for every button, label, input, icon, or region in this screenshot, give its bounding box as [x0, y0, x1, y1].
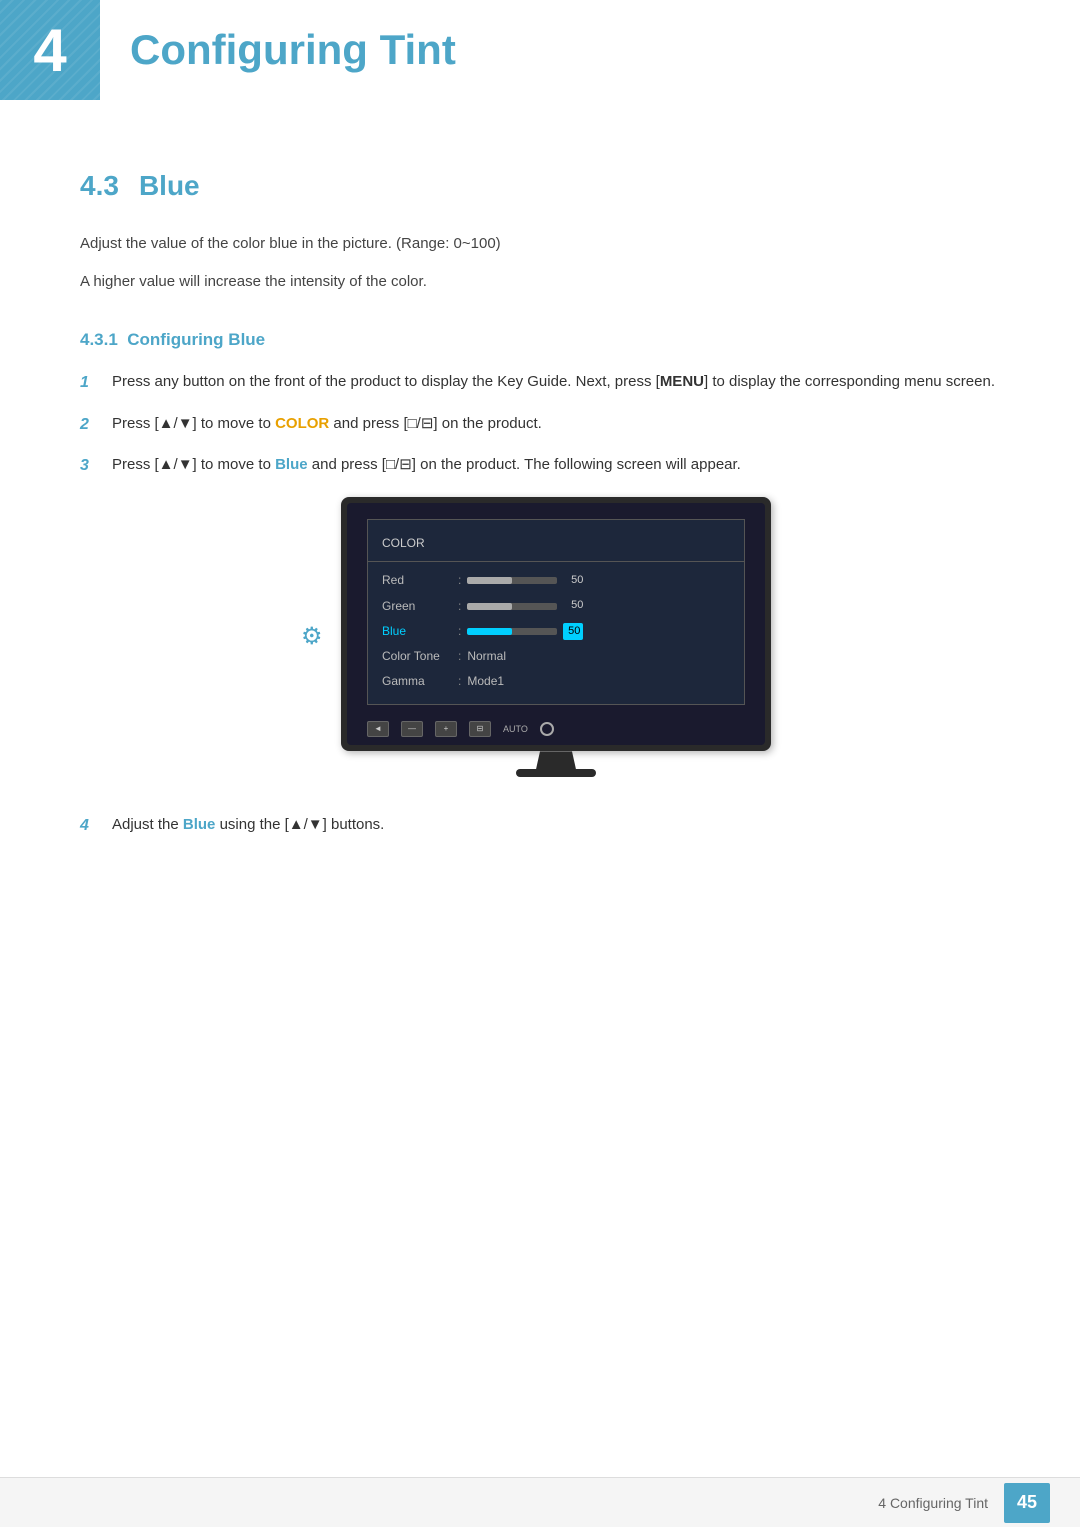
page-header: 4 Configuring Tint [0, 0, 1080, 100]
step-2: 2 Press [▲/▼] to move to COLOR and press… [80, 412, 1000, 438]
gear-icon: ⚙ [301, 618, 323, 656]
gamma-label: Gamma [382, 672, 452, 691]
chapter-number: 4 [33, 16, 66, 85]
red-value: 50 [563, 572, 583, 590]
steps-list: 1 Press any button on the front of the p… [80, 370, 1000, 839]
subsection-title: Configuring Blue [127, 330, 265, 349]
green-value: 50 [563, 597, 583, 615]
step-4-number: 4 [80, 813, 98, 839]
color-menu-row-blue: Blue : 50 [368, 619, 744, 644]
colortone-value: Normal [467, 647, 506, 666]
step-1: 1 Press any button on the front of the p… [80, 370, 1000, 396]
chapter-title-block: Configuring Tint [100, 0, 1080, 100]
blue-value: 50 [563, 623, 583, 641]
green-bar-track [467, 603, 557, 610]
blue-label: Blue [382, 622, 452, 641]
mon-btn-left: ◄ [367, 721, 389, 737]
color-menu-title: COLOR [368, 530, 744, 562]
page-footer: 4 Configuring Tint 45 [0, 1477, 1080, 1527]
monitor-outer: COLOR Red : [341, 497, 771, 751]
step-3-text: Press [▲/▼] to move to Blue and press [□… [112, 453, 1000, 797]
description-2: A higher value will increase the intensi… [80, 270, 1000, 294]
mon-power-icon [540, 722, 554, 736]
monitor-bottom-bar: ◄ — + ⊟ AUTO [367, 721, 745, 737]
section-heading: 4.3 Blue [80, 170, 1000, 202]
color-menu-row-green: Green : 50 [368, 594, 744, 619]
step-3: 3 Press [▲/▼] to move to Blue and press … [80, 453, 1000, 797]
subsection-number: 4.3.1 [80, 330, 118, 349]
step-2-text: Press [▲/▼] to move to COLOR and press [… [112, 412, 1000, 436]
step-1-number: 1 [80, 370, 98, 396]
mon-btn-plus: + [435, 721, 457, 737]
red-label: Red [382, 571, 452, 590]
red-bar-area: 50 [467, 572, 730, 590]
description-1: Adjust the value of the color blue in th… [80, 232, 1000, 256]
chapter-title: Configuring Tint [130, 26, 456, 74]
green-bar-area: 50 [467, 597, 730, 615]
monitor-screen: COLOR Red : [347, 503, 765, 745]
menu-keyword: MENU [660, 373, 704, 390]
mon-btn-enter: ⊟ [469, 721, 491, 737]
blue-bar-track [467, 628, 557, 635]
color-menu-row-colortone: Color Tone : Normal [368, 644, 744, 669]
color-menu-row-gamma: Gamma : Mode1 [368, 669, 744, 694]
step-4: 4 Adjust the Blue using the [▲/▼] button… [80, 813, 1000, 839]
blue-bar-fill [467, 628, 512, 635]
subsection-heading: 4.3.1 Configuring Blue [80, 330, 1000, 350]
red-bar-fill [467, 577, 512, 584]
blue-bar-area: 50 [467, 623, 730, 641]
main-content: 4.3 Blue Adjust the value of the color b… [0, 100, 1080, 955]
color-menu-row-red: Red : 50 [368, 568, 744, 593]
green-label: Green [382, 597, 452, 616]
step-3-number: 3 [80, 453, 98, 479]
mon-btn-minus: — [401, 721, 423, 737]
chapter-number-block: 4 [0, 0, 100, 100]
color-keyword: COLOR [275, 415, 329, 432]
blue-keyword-step3: Blue [275, 456, 308, 473]
section-title: Blue [139, 170, 200, 202]
footer-text: 4 Configuring Tint [878, 1495, 988, 1511]
step-2-number: 2 [80, 412, 98, 438]
monitor-stand [536, 751, 576, 769]
blue-keyword-step4: Blue [183, 816, 216, 833]
green-bar-fill [467, 603, 512, 610]
mon-auto-label: AUTO [503, 722, 528, 736]
page-number: 45 [1004, 1483, 1050, 1523]
colortone-label: Color Tone [382, 647, 452, 666]
monitor-base [516, 769, 596, 777]
step-1-text: Press any button on the front of the pro… [112, 370, 1000, 394]
step-4-text: Adjust the Blue using the [▲/▼] buttons. [112, 813, 1000, 837]
color-menu: COLOR Red : [367, 519, 745, 705]
monitor-illustration: ⚙ COLOR Red : [112, 497, 1000, 777]
monitor-wrap: ⚙ COLOR Red : [341, 497, 771, 777]
section-number: 4.3 [80, 170, 119, 202]
gamma-value: Mode1 [467, 672, 504, 691]
red-bar-track [467, 577, 557, 584]
